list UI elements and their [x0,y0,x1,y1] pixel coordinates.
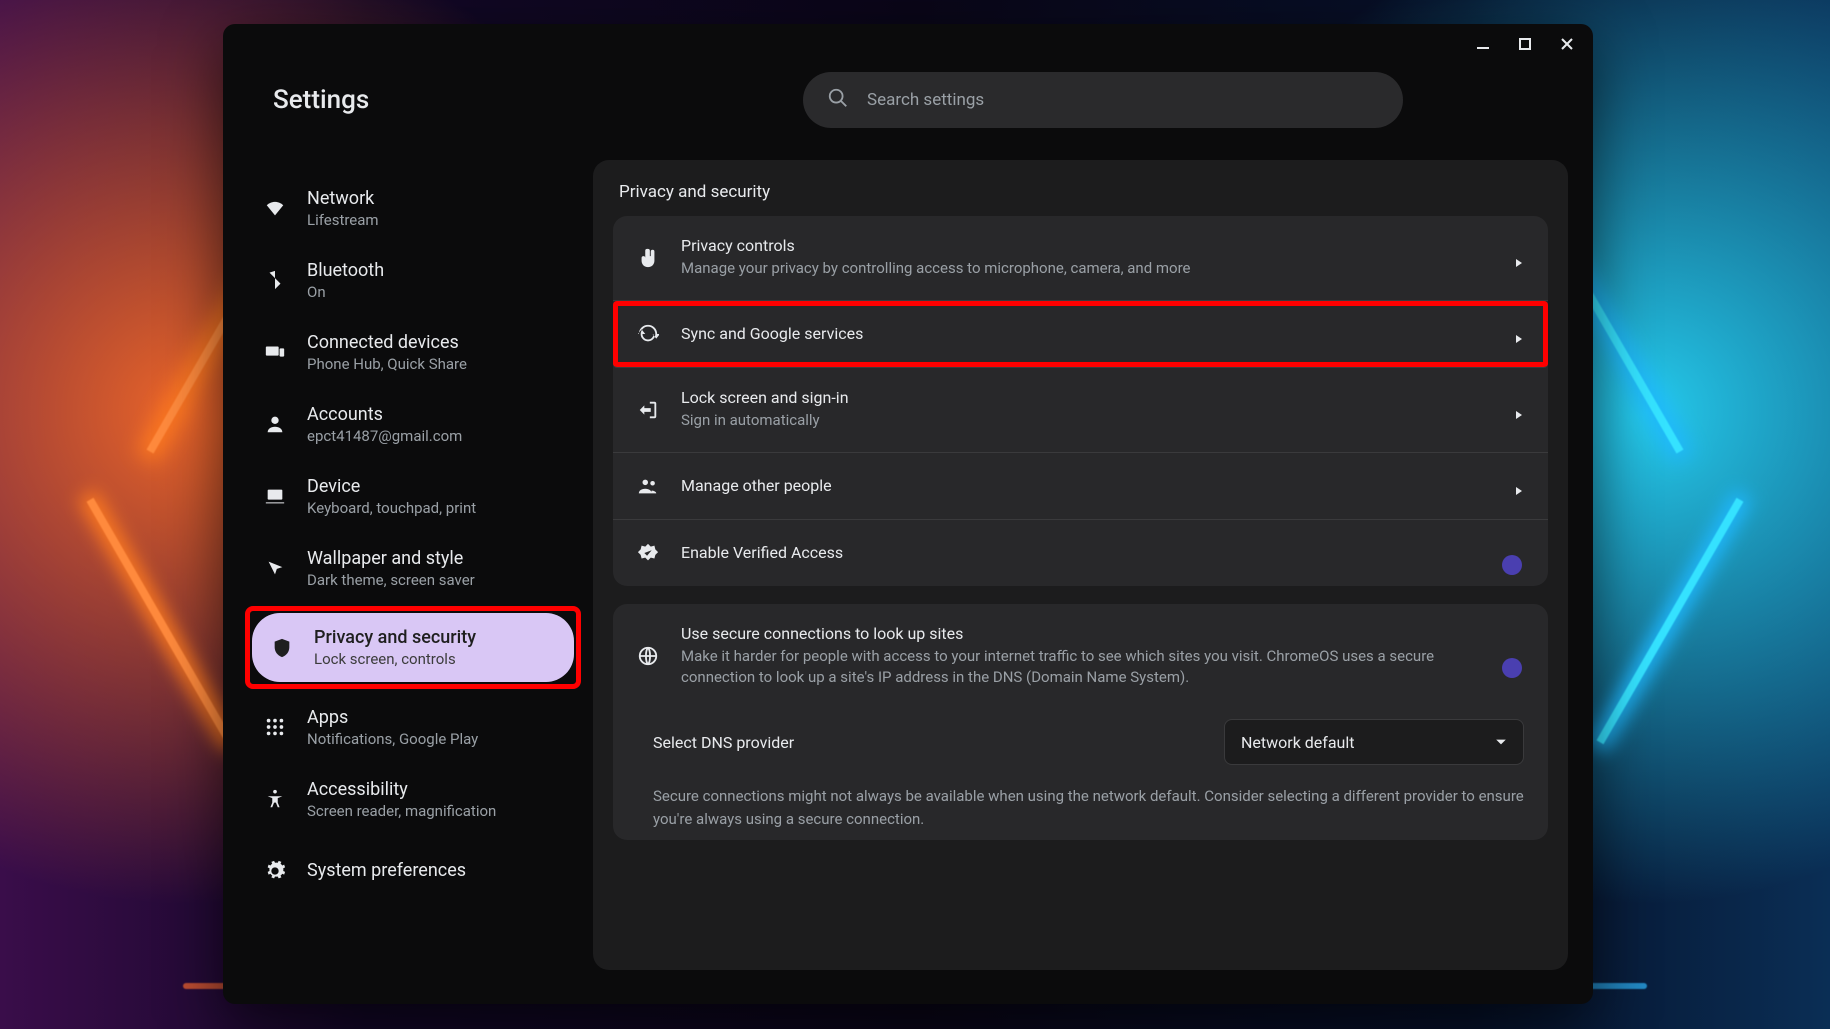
sidebar-item-label: Accounts [307,404,462,425]
sidebar-item-sub: Notifications, Google Play [307,730,478,748]
sidebar-item-sub: On [307,283,384,301]
row-title: Enable Verified Access [681,543,1504,562]
row-secure-dns[interactable]: Use secure connections to look up sites M… [613,604,1548,710]
close-button[interactable] [1553,30,1581,58]
sidebar-item-label: Bluetooth [307,260,384,281]
sidebar-item-sub: Screen reader, magnification [307,802,496,820]
maximize-button[interactable] [1511,30,1539,58]
sidebar-item-device[interactable]: Device Keyboard, touchpad, print [245,460,581,532]
palette-icon [263,556,287,580]
people-icon [635,473,661,499]
header: Settings [223,64,1593,136]
sidebar-item-accounts[interactable]: Accounts epct41487@gmail.com [245,388,581,460]
settings-card-1: Privacy controls Manage your privacy by c… [613,216,1548,586]
sidebar-item-sub: Lifestream [307,211,379,229]
search-icon [827,87,849,113]
row-title: Lock screen and sign-in [681,388,1494,407]
sidebar-item-privacy[interactable]: Privacy and security Lock screen, control… [252,613,574,682]
verified-icon [635,540,661,566]
panel-title: Privacy and security [593,182,1568,216]
account-icon [263,412,287,436]
row-title: Privacy controls [681,236,1494,255]
dns-provider-row: Select DNS provider Network default [613,709,1548,779]
gear-icon [263,859,287,883]
sidebar-item-label: Wallpaper and style [307,548,475,569]
sidebar-item-label: Device [307,476,476,497]
row-privacy-controls[interactable]: Privacy controls Manage your privacy by c… [613,216,1548,301]
sidebar-item-sub: Phone Hub, Quick Share [307,355,467,373]
sidebar-item-label: Connected devices [307,332,467,353]
neon-decor [1597,498,1744,744]
main-content: Privacy and security Privacy controls Man… [593,136,1593,1004]
row-sub: Sign in automatically [681,410,1494,432]
globe-icon [635,643,661,669]
sidebar-item-sub: epct41487@gmail.com [307,427,462,445]
apps-icon [263,715,287,739]
chevron-right-icon [1514,329,1524,339]
page-title: Settings [273,85,633,115]
devices-icon [263,340,287,364]
sidebar-item-label: System preferences [307,860,466,881]
sidebar-item-system[interactable]: System preferences [245,835,581,907]
sidebar-item-wallpaper[interactable]: Wallpaper and style Dark theme, screen sa… [245,532,581,604]
sidebar-item-sub: Keyboard, touchpad, print [307,499,476,517]
row-title: Use secure connections to look up sites [681,624,1504,643]
settings-window: Settings Network Lifestream Bluetooth On C… [223,24,1593,1004]
titlebar [223,24,1593,64]
sidebar-item-bluetooth[interactable]: Bluetooth On [245,244,581,316]
row-title: Sync and Google services [681,324,1494,343]
sidebar-item-accessibility[interactable]: Accessibility Screen reader, magnificatio… [245,763,581,835]
hand-icon [635,245,661,271]
laptop-icon [263,484,287,508]
sidebar-item-sub: Lock screen, controls [314,650,476,668]
row-title: Manage other people [681,476,1494,495]
sidebar-item-label: Network [307,188,379,209]
neon-decor [87,498,234,744]
sidebar-item-apps[interactable]: Apps Notifications, Google Play [245,691,581,763]
chevron-right-icon [1514,481,1524,491]
sidebar-item-label: Privacy and security [314,627,476,648]
sidebar-item-connected[interactable]: Connected devices Phone Hub, Quick Share [245,316,581,388]
row-manage-people[interactable]: Manage other people [613,453,1548,520]
chevron-right-icon [1514,253,1524,263]
dns-label: Select DNS provider [653,733,794,752]
search-input[interactable] [867,90,1379,110]
sync-icon [635,321,661,347]
shield-icon [270,636,294,660]
settings-panel: Privacy and security Privacy controls Man… [593,160,1568,970]
row-sub: Manage your privacy by controlling acces… [681,258,1494,280]
sidebar: Network Lifestream Bluetooth On Connected … [223,136,593,1004]
dns-provider-select[interactable]: Network default [1224,719,1524,765]
dns-select-value: Network default [1241,733,1355,752]
wifi-icon [263,196,287,220]
row-sub: Make it harder for people with access to… [681,646,1504,690]
row-sync-google[interactable]: Sync and Google services [613,301,1548,368]
bluetooth-icon [263,268,287,292]
row-verified-access[interactable]: Enable Verified Access [613,520,1548,586]
chevron-down-icon [1495,733,1507,752]
sidebar-item-network[interactable]: Network Lifestream [245,172,581,244]
row-lock-screen[interactable]: Lock screen and sign-in Sign in automatic… [613,368,1548,453]
highlight-box-sidebar: Privacy and security Lock screen, control… [245,606,581,689]
chevron-right-icon [1514,405,1524,415]
minimize-button[interactable] [1469,30,1497,58]
signin-icon [635,397,661,423]
sidebar-item-sub: Dark theme, screen saver [307,571,475,589]
accessibility-icon [263,787,287,811]
sidebar-item-label: Apps [307,707,478,728]
search-container[interactable] [803,72,1403,128]
dns-note: Secure connections might not always be a… [613,779,1548,830]
settings-card-dns: Use secure connections to look up sites M… [613,604,1548,841]
sidebar-item-label: Accessibility [307,779,496,800]
